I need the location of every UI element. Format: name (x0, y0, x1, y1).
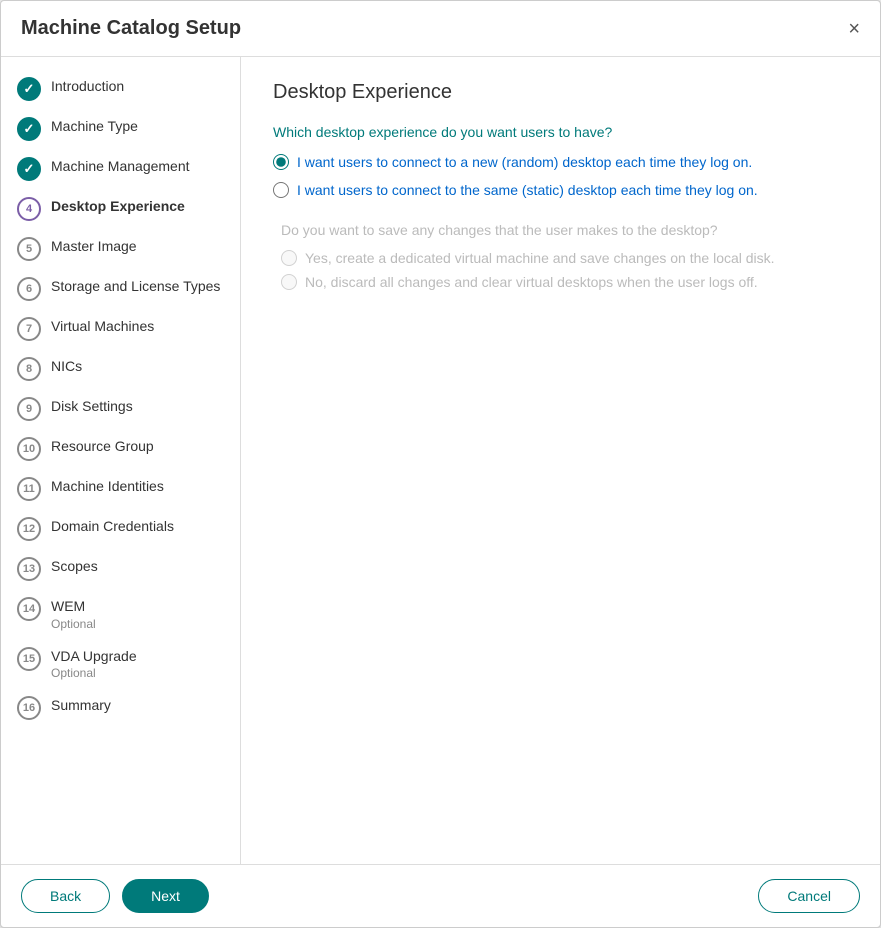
machine-catalog-dialog: Machine Catalog Setup × ✓ Introduction ✓… (0, 0, 881, 928)
dialog-footer: Back Next Cancel (1, 864, 880, 927)
dialog-header: Machine Catalog Setup × (1, 1, 880, 57)
step-indicator-8: 8 (17, 357, 41, 381)
sidebar-item-vda-upgrade[interactable]: 15 VDA Upgrade Optional (1, 639, 240, 689)
sub-question-section: Do you want to save any changes that the… (273, 222, 848, 290)
step-label-5: Master Image (51, 237, 137, 257)
sidebar-item-introduction[interactable]: ✓ Introduction (1, 69, 240, 109)
cancel-button[interactable]: Cancel (758, 879, 860, 913)
radio-random[interactable] (273, 154, 289, 170)
step-label-12: Domain Credentials (51, 517, 174, 537)
step-label-6: Storage and License Types (51, 277, 220, 297)
step-label-2: Machine Type (51, 117, 138, 137)
step-indicator-16: 16 (17, 696, 41, 720)
section-title: Desktop Experience (273, 81, 848, 104)
step-indicator-5: 5 (17, 237, 41, 261)
footer-left: Back Next (21, 879, 209, 913)
sidebar-item-summary[interactable]: 16 Summary (1, 688, 240, 728)
step-sublabel-14: Optional (51, 617, 96, 631)
dialog-title: Machine Catalog Setup (21, 17, 241, 40)
step-label-11: Machine Identities (51, 477, 164, 497)
radio-save (281, 250, 297, 266)
step-indicator-11: 11 (17, 477, 41, 501)
sidebar-item-virtual-machines[interactable]: 7 Virtual Machines (1, 309, 240, 349)
sidebar-item-disk-settings[interactable]: 9 Disk Settings (1, 389, 240, 429)
sidebar-item-machine-management[interactable]: ✓ Machine Management (1, 149, 240, 189)
step-label-13: Scopes (51, 557, 98, 577)
radio-option-random[interactable]: I want users to connect to a new (random… (273, 154, 848, 170)
radio-option-static[interactable]: I want users to connect to the same (sta… (273, 182, 848, 198)
step-label-7: Virtual Machines (51, 317, 154, 337)
step-indicator-15: 15 (17, 647, 41, 671)
content-area: Desktop Experience Which desktop experie… (241, 57, 880, 864)
sidebar-item-resource-group[interactable]: 10 Resource Group (1, 429, 240, 469)
close-button[interactable]: × (848, 19, 860, 39)
radio-discard (281, 274, 297, 290)
step-indicator-10: 10 (17, 437, 41, 461)
radio-static[interactable] (273, 182, 289, 198)
sidebar: ✓ Introduction ✓ Machine Type ✓ Machine … (1, 57, 241, 864)
sub-radio-option-save: Yes, create a dedicated virtual machine … (281, 250, 848, 266)
main-question: Which desktop experience do you want use… (273, 124, 848, 140)
radio-group-experience: I want users to connect to a new (random… (273, 154, 848, 198)
step-label-8: NICs (51, 357, 82, 377)
sub-question-label: Do you want to save any changes that the… (281, 222, 848, 238)
sidebar-item-wem[interactable]: 14 WEM Optional (1, 589, 240, 639)
sub-radio-label-save: Yes, create a dedicated virtual machine … (305, 250, 775, 266)
step-label-1: Introduction (51, 77, 124, 97)
next-button[interactable]: Next (122, 879, 209, 913)
step-indicator-6: 6 (17, 277, 41, 301)
step-indicator-4: 4 (17, 197, 41, 221)
radio-label-random: I want users to connect to a new (random… (297, 154, 752, 170)
back-button[interactable]: Back (21, 879, 110, 913)
step-label-15: VDA Upgrade (51, 647, 137, 667)
step-indicator-3: ✓ (17, 157, 41, 181)
sidebar-item-scopes[interactable]: 13 Scopes (1, 549, 240, 589)
step-indicator-9: 9 (17, 397, 41, 421)
step-indicator-1: ✓ (17, 77, 41, 101)
step-indicator-7: 7 (17, 317, 41, 341)
sidebar-item-master-image[interactable]: 5 Master Image (1, 229, 240, 269)
sidebar-item-domain-credentials[interactable]: 12 Domain Credentials (1, 509, 240, 549)
sub-radio-option-discard: No, discard all changes and clear virtua… (281, 274, 848, 290)
step-label-9: Disk Settings (51, 397, 133, 417)
sidebar-item-nics[interactable]: 8 NICs (1, 349, 240, 389)
step-indicator-12: 12 (17, 517, 41, 541)
step-indicator-2: ✓ (17, 117, 41, 141)
dialog-body: ✓ Introduction ✓ Machine Type ✓ Machine … (1, 57, 880, 864)
sidebar-item-desktop-experience[interactable]: 4 Desktop Experience (1, 189, 240, 229)
step-indicator-13: 13 (17, 557, 41, 581)
step-sublabel-15: Optional (51, 666, 137, 680)
step-label-4: Desktop Experience (51, 197, 185, 217)
step-label-14: WEM (51, 597, 96, 617)
step-indicator-14: 14 (17, 597, 41, 621)
radio-label-static: I want users to connect to the same (sta… (297, 182, 758, 198)
step-label-16: Summary (51, 696, 111, 716)
step-label-10: Resource Group (51, 437, 154, 457)
sidebar-item-storage-license[interactable]: 6 Storage and License Types (1, 269, 240, 309)
sidebar-item-machine-type[interactable]: ✓ Machine Type (1, 109, 240, 149)
sub-radio-label-discard: No, discard all changes and clear virtua… (305, 274, 758, 290)
step-label-3: Machine Management (51, 157, 190, 177)
sidebar-item-machine-identities[interactable]: 11 Machine Identities (1, 469, 240, 509)
